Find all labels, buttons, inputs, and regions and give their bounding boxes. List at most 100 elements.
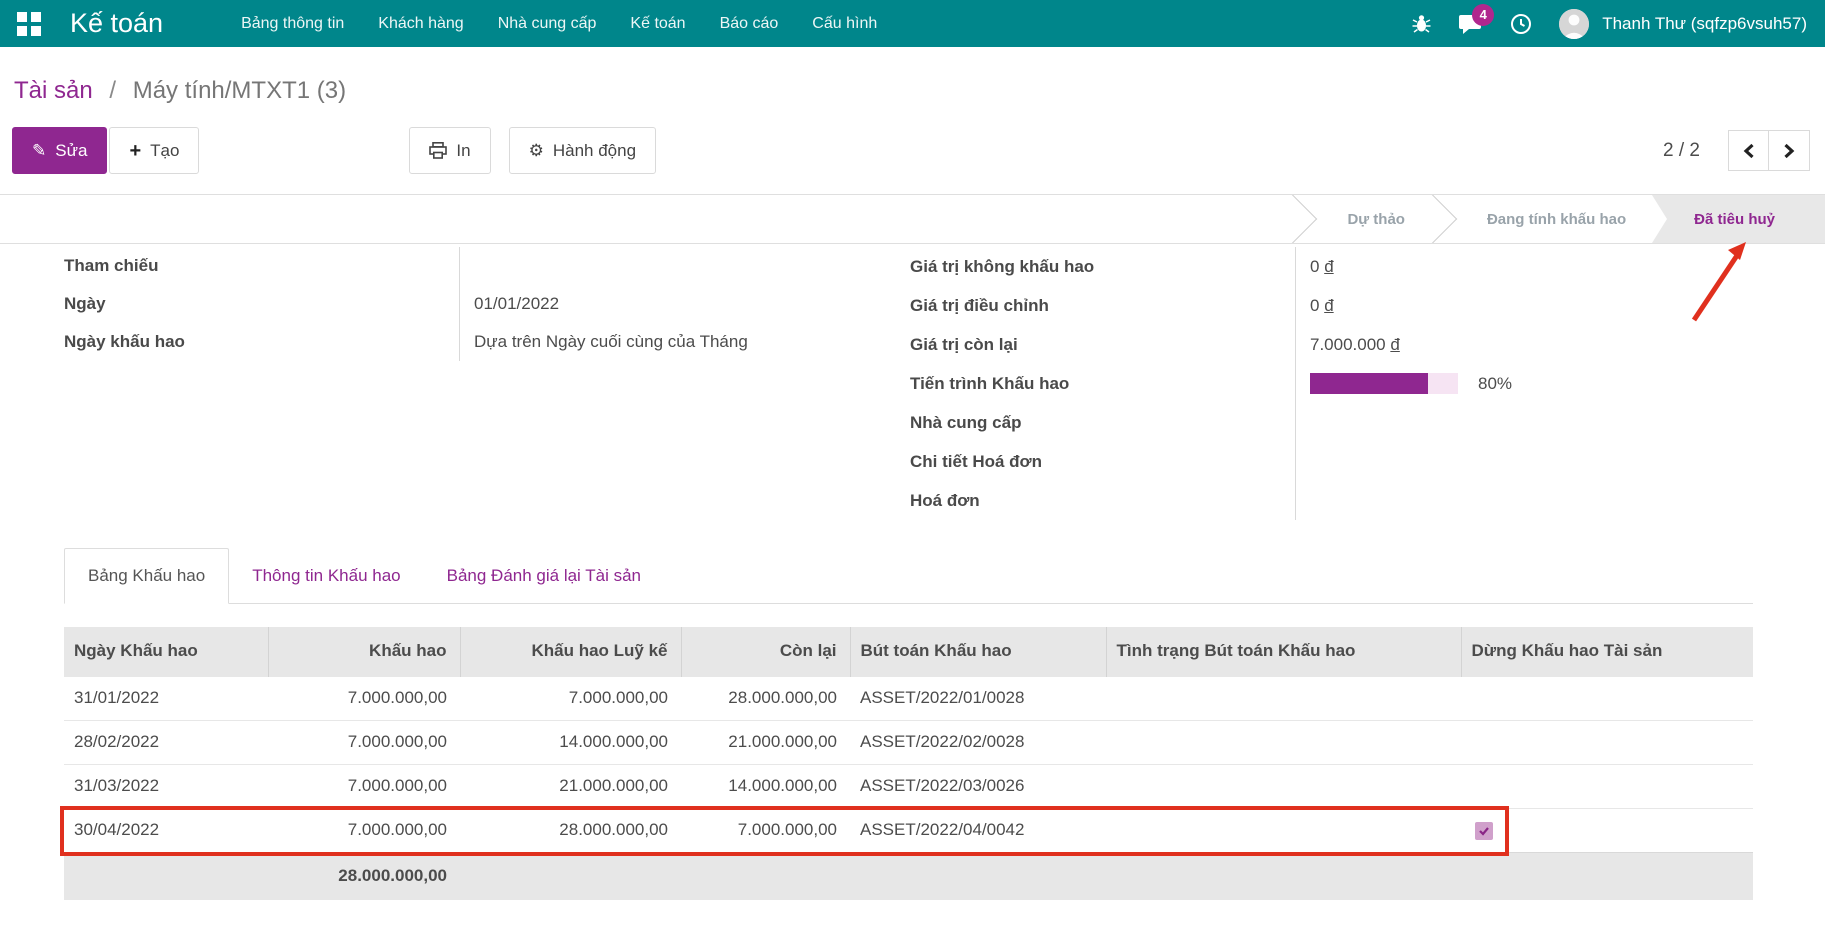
form-field-row: Giá trị không khấu hao0 đ — [910, 247, 1740, 286]
form-field-row: Ngày01/01/2022 — [64, 285, 890, 323]
table-cell — [1461, 852, 1753, 900]
nav-menu-item[interactable]: Khách hàng — [378, 15, 463, 33]
table-row[interactable]: 30/04/20227.000.000,0028.000.000,007.000… — [64, 808, 1753, 852]
nav-menu: Bảng thông tin Khách hàng Nhà cung cấp Kế t… — [241, 15, 877, 33]
column-header[interactable]: Khấu hao — [268, 627, 460, 676]
field-value — [1296, 442, 1740, 481]
nav-menu-item[interactable]: Bảng thông tin — [241, 15, 344, 33]
table-row[interactable]: 31/03/20227.000.000,0021.000.000,0014.00… — [64, 764, 1753, 808]
debug-bug-icon[interactable] — [1411, 13, 1432, 34]
field-label: Tham chiếu — [64, 247, 460, 285]
table-cell: 31/03/2022 — [64, 764, 268, 808]
form-field-row: Giá trị điều chỉnh0 đ — [910, 286, 1740, 325]
table-cell — [1106, 720, 1461, 764]
notebook-tab[interactable]: Bảng Đánh giá lại Tài sản — [424, 548, 664, 603]
table-cell: 28.000.000,00 — [460, 808, 681, 852]
form-group-left: Tham chiếuNgày01/01/2022Ngày khấu haoDựa… — [64, 247, 890, 361]
depreciation-table: Ngày Khấu haoKhấu haoKhấu hao Luỹ kếCòn … — [64, 627, 1753, 900]
statusbar-step[interactable]: Đang tính khấu hao — [1461, 195, 1652, 243]
field-value: 0 đ — [1296, 286, 1740, 325]
nav-menu-item[interactable]: Nhà cung cấp — [498, 15, 597, 33]
checkmark-icon — [1478, 825, 1490, 837]
statusbar-separator — [1291, 195, 1321, 243]
pager-next-button[interactable] — [1769, 130, 1810, 171]
form-sheet: Tham chiếuNgày01/01/2022Ngày khấu haoDựa… — [0, 244, 1825, 879]
chevron-left-icon — [1741, 142, 1757, 160]
pager-previous-button[interactable] — [1728, 130, 1769, 171]
edit-button[interactable]: ✎ Sửa — [12, 127, 107, 174]
field-value: 0 đ — [1296, 247, 1740, 286]
table-cell: ASSET/2022/04/0042 — [850, 808, 1106, 852]
form-field-row: Ngày khấu haoDựa trên Ngày cuối cùng của… — [64, 323, 890, 361]
table-cell — [681, 852, 850, 900]
form-field-row: Tiến trình Khấu hao80% — [910, 364, 1740, 403]
field-label: Hoá đơn — [910, 481, 1296, 520]
table-cell: 31/01/2022 — [64, 676, 268, 720]
form-group-right: Giá trị không khấu hao0 đGiá trị điều ch… — [910, 247, 1740, 520]
column-header[interactable]: Ngày Khấu hao — [64, 627, 268, 676]
breadcrumb: Tài sản / Máy tính/MTXT1 (3) — [0, 47, 1825, 105]
column-header[interactable]: Dừng Khấu hao Tài sản — [1461, 627, 1753, 676]
field-value: 01/01/2022 — [460, 285, 890, 323]
field-value: Dựa trên Ngày cuối cùng của Tháng — [460, 323, 890, 361]
table-total-row: 28.000.000,00 — [64, 852, 1753, 900]
table-cell: 21.000.000,00 — [460, 764, 681, 808]
table-cell — [1461, 720, 1753, 764]
column-header[interactable]: Còn lại — [681, 627, 850, 676]
nav-menu-item[interactable]: Kế toán — [630, 15, 685, 33]
table-cell — [1106, 764, 1461, 808]
field-label: Giá trị còn lại — [910, 325, 1296, 364]
field-value — [1296, 403, 1740, 442]
create-button[interactable]: + Tạo — [109, 127, 199, 174]
action-button[interactable]: ⚙ Hành động — [509, 127, 656, 174]
table-cell: 7.000.000,00 — [268, 764, 460, 808]
table-cell — [1461, 808, 1753, 852]
messages-icon[interactable]: 4 — [1459, 13, 1483, 35]
field-value — [460, 247, 890, 285]
field-label: Nhà cung cấp — [910, 403, 1296, 442]
app-brand[interactable]: Kế toán — [70, 8, 163, 39]
statusbar-separator — [1431, 195, 1461, 243]
table-row[interactable]: 31/01/20227.000.000,007.000.000,0028.000… — [64, 676, 1753, 720]
table-cell: ASSET/2022/02/0028 — [850, 720, 1106, 764]
apps-menu-icon[interactable] — [14, 9, 44, 39]
table-row[interactable]: 28/02/20227.000.000,0014.000.000,0021.00… — [64, 720, 1753, 764]
table-cell: 7.000.000,00 — [681, 808, 850, 852]
field-value: 80% — [1296, 364, 1740, 403]
form-field-row: Nhà cung cấp — [910, 403, 1740, 442]
control-panel: ✎ Sửa + Tạo In ⚙ Hành động 2 / 2 — [0, 127, 1825, 174]
activity-clock-icon[interactable] — [1510, 13, 1532, 35]
field-value — [1296, 481, 1740, 520]
table-cell — [850, 852, 1106, 900]
total-amount: 28.000.000,00 — [268, 852, 460, 900]
column-header[interactable]: Bút toán Khấu hao — [850, 627, 1106, 676]
column-header[interactable]: Tình trạng Bút toán Khấu hao — [1106, 627, 1461, 676]
chevron-right-icon — [1781, 142, 1797, 160]
stop-depreciation-checkbox[interactable] — [1475, 822, 1493, 840]
notebook-tab[interactable]: Bảng Khấu hao — [64, 548, 229, 604]
form-field-row: Giá trị còn lại7.000.000 đ — [910, 325, 1740, 364]
nav-menu-item[interactable]: Báo cáo — [720, 15, 779, 33]
statusbar-step[interactable]: Đã tiêu huỷ — [1652, 195, 1825, 243]
table-cell — [64, 852, 268, 900]
user-avatar[interactable] — [1559, 9, 1589, 39]
statusbar-step[interactable]: Dự thảo — [1321, 195, 1431, 243]
user-menu[interactable]: Thanh Thư (sqfzp6vsuh57) — [1602, 14, 1807, 34]
nav-menu-item[interactable]: Cấu hình — [812, 15, 877, 33]
depreciation-progressbar — [1310, 373, 1458, 394]
table-cell — [1461, 676, 1753, 720]
table-cell — [1106, 808, 1461, 852]
currency-symbol: đ — [1390, 335, 1399, 354]
column-header[interactable]: Khấu hao Luỹ kế — [460, 627, 681, 676]
print-button[interactable]: In — [409, 127, 490, 174]
table-cell: 7.000.000,00 — [268, 676, 460, 720]
table-cell: ASSET/2022/01/0028 — [850, 676, 1106, 720]
notebook-tab[interactable]: Thông tin Khấu hao — [229, 548, 423, 603]
breadcrumb-current: Máy tính/MTXT1 (3) — [133, 77, 346, 104]
breadcrumb-parent-link[interactable]: Tài sản — [14, 77, 93, 104]
pager: 2 / 2 — [1663, 130, 1810, 171]
pager-counter: 2 / 2 — [1663, 140, 1700, 162]
field-label: Giá trị không khấu hao — [910, 247, 1296, 286]
table-cell: 14.000.000,00 — [460, 720, 681, 764]
table-cell: 28/02/2022 — [64, 720, 268, 764]
